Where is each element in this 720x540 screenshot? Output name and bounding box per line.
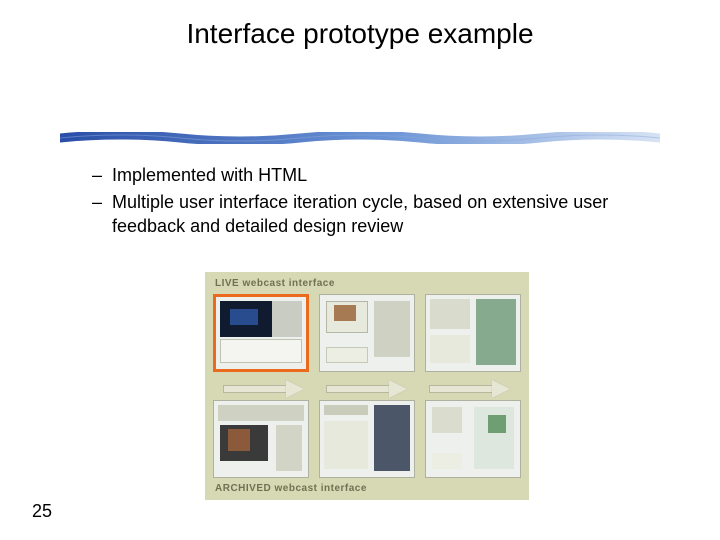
thumb-row-live	[213, 294, 521, 372]
slide: Interface prototype example – Implemente…	[0, 0, 720, 540]
thumb-archived-current	[319, 400, 415, 478]
bullet-list: – Implemented with HTML – Multiple user …	[92, 164, 660, 242]
prototype-figure: LIVE webcast interface original	[205, 272, 529, 500]
arrow-icon	[223, 382, 305, 396]
thumb-archived-proposed	[425, 400, 521, 478]
bullet-dash: –	[92, 191, 112, 238]
arrow-icon	[326, 382, 408, 396]
thumb-live-current	[319, 294, 415, 372]
slide-title: Interface prototype example	[0, 18, 720, 50]
thumb-archived-original	[213, 400, 309, 478]
bullet-item: – Multiple user interface iteration cycl…	[92, 191, 660, 238]
thumb-row-archived	[213, 400, 521, 478]
figure-label-top: LIVE webcast interface	[215, 278, 335, 289]
page-number: 25	[32, 501, 52, 522]
divider-graphic	[60, 132, 660, 144]
thumb-live-original	[213, 294, 309, 372]
bullet-item: – Implemented with HTML	[92, 164, 660, 187]
arrow-icon	[429, 382, 511, 396]
thumb-live-proposed	[425, 294, 521, 372]
bullet-text: Implemented with HTML	[112, 164, 660, 187]
figure-label-bottom: ARCHIVED webcast interface	[215, 483, 367, 494]
bullet-dash: –	[92, 164, 112, 187]
bullet-text: Multiple user interface iteration cycle,…	[112, 191, 660, 238]
